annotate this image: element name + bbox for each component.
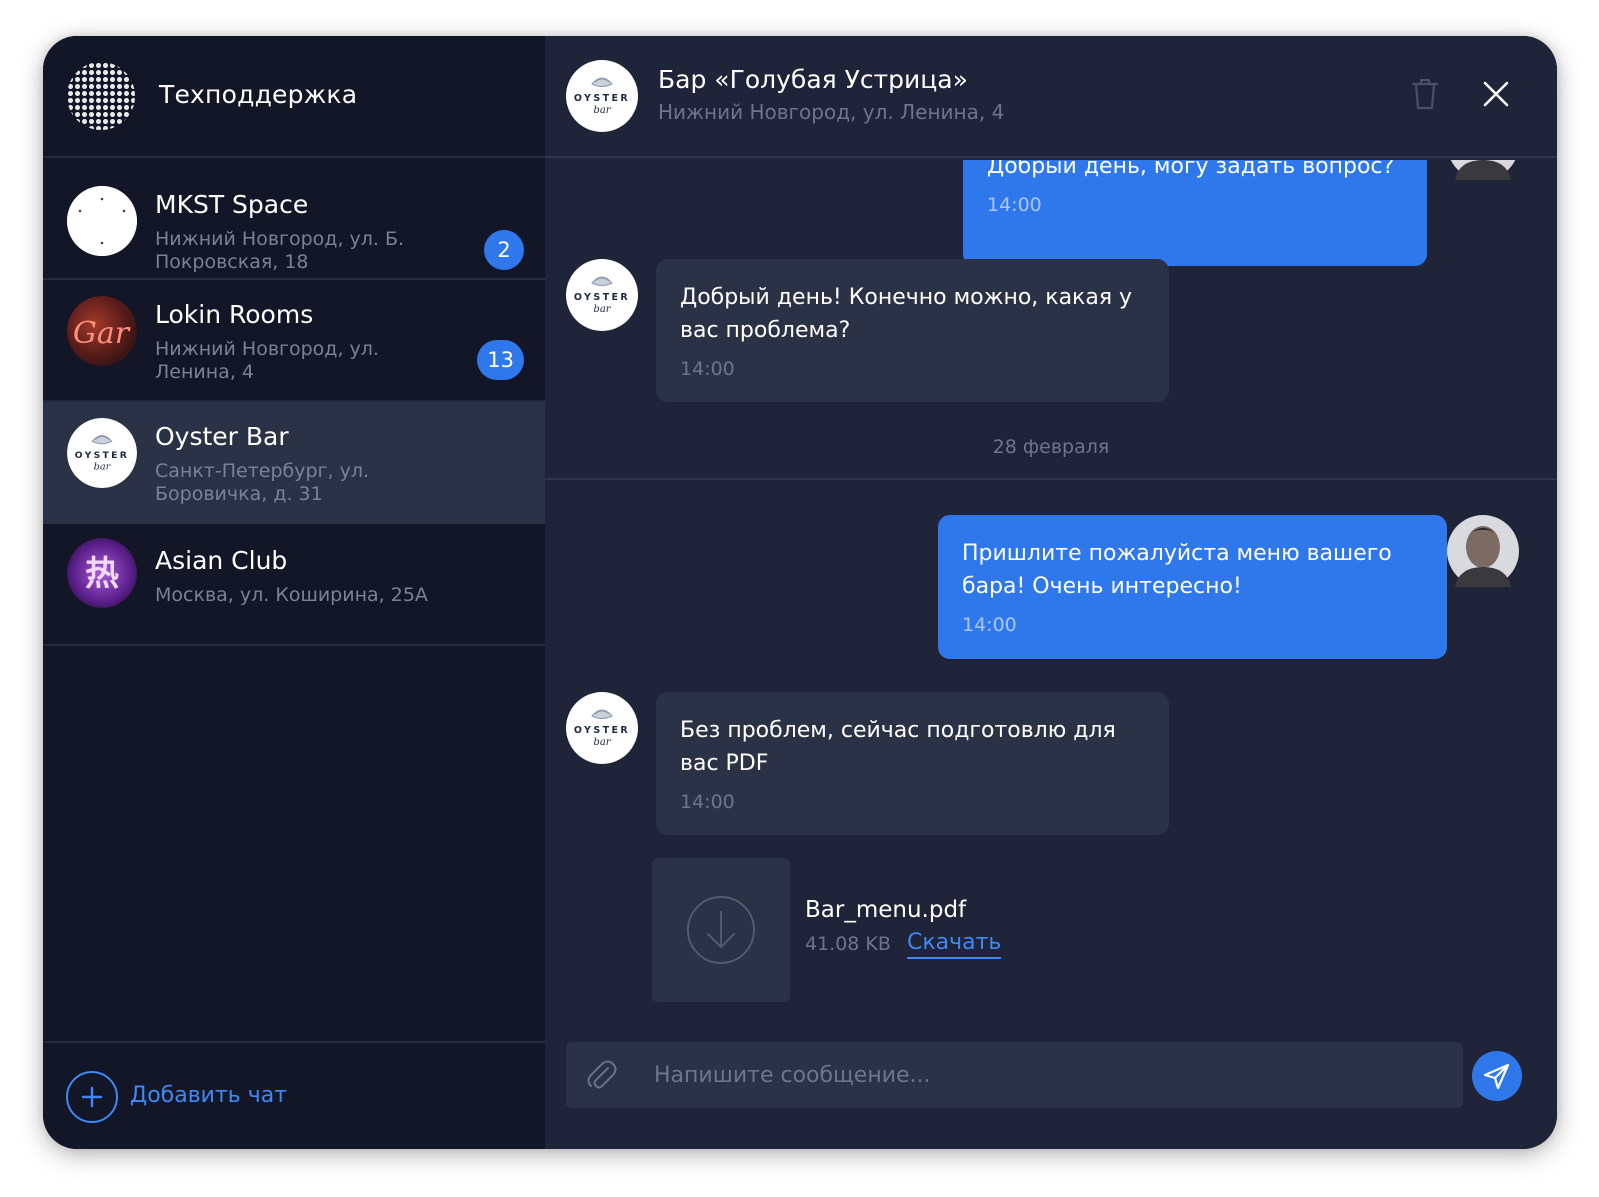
send-button[interactable] <box>1472 1051 1522 1101</box>
trash-icon[interactable] <box>1410 77 1440 111</box>
chat-name: Oyster Bar <box>155 422 289 451</box>
chat-address: Нижний Новгород, ул. Б. Покровская, 18 <box>155 228 405 273</box>
message-input[interactable] <box>654 1042 1444 1108</box>
chat-address: Санкт-Петербург, ул. Боровичка, д. 31 <box>155 460 370 505</box>
svg-text:bar: bar <box>94 462 112 473</box>
chat-item-mkst-space[interactable]: MKST Space Нижний Новгород, ул. Б. Покро… <box>43 158 545 280</box>
oyster-bar-logo: OYSTER bar <box>566 692 638 764</box>
chat-name: MKST Space <box>155 190 309 219</box>
sidebar-header: Техподдержка <box>43 36 545 158</box>
download-link[interactable]: Скачать <box>907 930 1002 959</box>
message-outgoing: Пришлите пожалуйста меню вашего бара! Оч… <box>938 515 1447 659</box>
file-size: 41.08 KB <box>805 933 891 955</box>
avatar-neon-text: Gar <box>73 316 131 351</box>
sidebar-title: Техподдержка <box>159 80 358 109</box>
message-time: 14:00 <box>680 358 735 380</box>
chat-item-lokin-rooms[interactable]: Gar Lokin Rooms Нижний Новгород, ул. Лен… <box>43 280 545 402</box>
plus-icon <box>81 1086 103 1108</box>
chat-window: Техподдержка MKST Space Нижний Новгород,… <box>43 36 1557 1149</box>
message-time: 14:00 <box>680 791 735 813</box>
message-incoming: Добрый день! Конечно можно, какая у вас … <box>656 259 1169 402</box>
conversation-subtitle: Нижний Новгород, ул. Ленина, 4 <box>658 100 1005 124</box>
sidebar: Техподдержка MKST Space Нижний Новгород,… <box>43 36 545 1149</box>
chat-address: Москва, ул. Коширина, 25А <box>155 584 428 606</box>
avatar: Gar <box>67 296 137 366</box>
chat-name: Asian Club <box>155 546 288 575</box>
user-avatar <box>1447 515 1519 587</box>
conversation-panel: OYSTER bar Бар «Голубая Устрица» Нижний … <box>545 36 1557 1149</box>
message-composer <box>566 1042 1463 1108</box>
svg-text:OYSTER: OYSTER <box>75 450 130 461</box>
user-avatar <box>1450 160 1516 180</box>
send-icon <box>1483 1063 1510 1090</box>
paperclip-icon[interactable] <box>584 1058 618 1092</box>
chat-address: Нижний Новгород, ул. Ленина, 4 <box>155 338 379 383</box>
message-text: Добрый день! Конечно можно, какая у вас … <box>680 285 1133 343</box>
svg-text:bar: bar <box>593 304 611 315</box>
message-time: 14:00 <box>987 194 1042 216</box>
oyster-bar-logo: OYSTER bar <box>67 418 137 488</box>
chat-name: Lokin Rooms <box>155 300 314 329</box>
file-download-box[interactable] <box>652 858 790 1002</box>
unread-badge: 13 <box>477 340 524 380</box>
conversation-header: OYSTER bar Бар «Голубая Устрица» Нижний … <box>545 36 1557 158</box>
download-icon <box>687 896 755 964</box>
chat-item-oyster-bar[interactable]: OYSTER bar Oyster Bar Санкт-Петербург, у… <box>43 402 545 524</box>
svg-text:OYSTER: OYSTER <box>574 292 630 303</box>
support-logo <box>67 62 135 130</box>
divider <box>545 478 1557 480</box>
message-text: Без проблем, сейчас подготовлю для вас P… <box>680 718 1116 776</box>
add-chat-button[interactable] <box>66 1071 118 1123</box>
oyster-bar-logo: OYSTER bar <box>566 60 638 132</box>
add-chat-label[interactable]: Добавить чат <box>130 1083 287 1108</box>
message-outgoing: Добрый день, могу задать вопрос? 14:00 <box>963 160 1427 266</box>
message-text: Добрый день, могу задать вопрос? <box>987 160 1395 179</box>
file-name: Bar_menu.pdf <box>805 897 967 923</box>
avatar: 热 <box>67 538 137 608</box>
message-time: 14:00 <box>962 614 1017 636</box>
avatar <box>67 186 137 256</box>
oyster-bar-logo: OYSTER bar <box>566 259 638 331</box>
conversation-title: Бар «Голубая Устрица» <box>658 65 968 94</box>
date-separator: 28 февраля <box>992 436 1110 458</box>
avatar-glyph: 热 <box>85 554 119 594</box>
svg-text:OYSTER: OYSTER <box>574 93 630 104</box>
chat-item-asian-club[interactable]: 热 Asian Club Москва, ул. Коширина, 25А <box>43 524 545 646</box>
svg-text:bar: bar <box>593 737 611 748</box>
message-incoming: Без проблем, сейчас подготовлю для вас P… <box>656 692 1169 835</box>
unread-badge: 2 <box>484 230 524 270</box>
message-list: Добрый день, могу задать вопрос? 14:00 O… <box>545 160 1557 1030</box>
message-text: Пришлите пожалуйста меню вашего бара! Оч… <box>962 541 1392 599</box>
svg-text:OYSTER: OYSTER <box>574 725 630 736</box>
svg-text:bar: bar <box>593 105 611 116</box>
close-icon[interactable] <box>1483 81 1509 107</box>
sidebar-footer: Добавить чат <box>43 1041 545 1149</box>
